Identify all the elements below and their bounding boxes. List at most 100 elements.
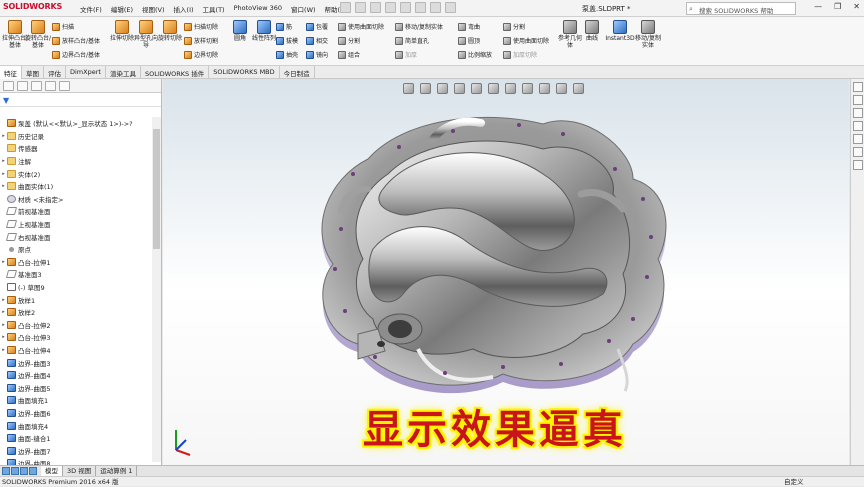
print-icon[interactable] (385, 2, 396, 13)
loft-button[interactable]: 放样凸台/基体 (52, 36, 100, 45)
view-palette-icon[interactable] (853, 121, 863, 131)
combine-button[interactable]: 组合 (338, 50, 360, 59)
shell-button[interactable]: 抽壳 (276, 50, 298, 59)
curves-button[interactable]: 曲线 (578, 20, 606, 42)
mirror-button[interactable]: 镜向 (306, 50, 328, 59)
tree-item[interactable]: 泵盖 (默认<<默认>_显示状态 1>)->? (0, 117, 152, 130)
tree-item[interactable]: 边界-曲面6 (0, 407, 152, 420)
tree-item[interactable]: ▸ 凸台-拉伸4 (0, 344, 152, 357)
display-manager-tab-icon[interactable] (59, 81, 70, 91)
expand-icon[interactable]: ▸ (0, 171, 7, 177)
thicken-cut-button[interactable]: 加厚切除 (503, 50, 537, 59)
boundary-cut-button[interactable]: 边界切除 (184, 50, 218, 59)
tree-item[interactable]: 边界-曲面7 (0, 444, 152, 457)
linear-pattern-button[interactable]: 线性阵列 (250, 20, 278, 42)
rib-button[interactable]: 筋 (276, 22, 292, 31)
tree-item[interactable]: 曲面填充4 (0, 419, 152, 432)
tree-item[interactable]: ▸ 注解 (0, 155, 152, 168)
split-button-2[interactable]: 分割 (503, 22, 525, 31)
close-icon[interactable]: ✕ (853, 2, 860, 11)
undo-icon[interactable] (400, 2, 411, 13)
menu-insert[interactable]: 插入(I) (174, 4, 194, 14)
revolve-cut-button[interactable]: 旋转切除 (156, 20, 184, 42)
tab-model[interactable]: 模型 (41, 466, 63, 476)
design-library-icon[interactable] (853, 95, 863, 105)
instant3d-button[interactable]: Instant3D (604, 20, 636, 42)
tree-item[interactable]: 边界-曲面4 (0, 369, 152, 382)
tree-item[interactable]: (-) 草图9 (0, 281, 152, 294)
next-tab-icon[interactable] (20, 467, 28, 475)
intersect-button[interactable]: 相交 (306, 36, 328, 45)
tab-render-tools[interactable]: 渲染工具 (106, 66, 141, 79)
surface-cut-button-2[interactable]: 使用曲面切除 (503, 36, 549, 45)
tree-item[interactable]: 原点 (0, 243, 152, 256)
tree-filter[interactable]: ▼ (0, 93, 161, 107)
expand-icon[interactable]: ▸ (0, 347, 7, 353)
tree-item[interactable]: 曲面填充1 (0, 394, 152, 407)
custom-properties-icon[interactable] (853, 147, 863, 157)
tree-item[interactable]: 边界-曲面3 (0, 356, 152, 369)
help-search-input[interactable]: ⌕ 搜索 SOLIDWORKS 帮助 (686, 2, 796, 15)
tree-item[interactable]: 材质 <未指定> (0, 193, 152, 206)
tree-item[interactable]: ▸ 凸台-拉伸2 (0, 319, 152, 332)
boundary-boss-button[interactable]: 边界凸台/基体 (52, 50, 100, 59)
thicken-button[interactable]: 加厚 (395, 50, 417, 59)
restore-icon[interactable]: ❐ (834, 2, 841, 11)
expand-icon[interactable]: ▸ (0, 309, 7, 315)
property-manager-tab-icon[interactable] (17, 81, 28, 91)
minimize-icon[interactable]: — (814, 2, 822, 11)
tree-item[interactable]: ▸ 历史记录 (0, 130, 152, 143)
appearances-icon[interactable] (853, 134, 863, 144)
tree-item[interactable]: 前视基准面 (0, 205, 152, 218)
menu-tools[interactable]: 工具(T) (203, 4, 225, 14)
tab-evaluate[interactable]: 评估 (44, 66, 66, 79)
tab-3d-view[interactable]: 3D 视图 (63, 466, 97, 476)
menu-file[interactable]: 文件(F) (80, 4, 102, 14)
tree-item[interactable]: 基准面3 (0, 268, 152, 281)
file-explorer-icon[interactable] (853, 108, 863, 118)
tab-motion-study[interactable]: 运动算例 1 (96, 466, 138, 476)
last-tab-icon[interactable] (29, 467, 37, 475)
save-icon[interactable] (370, 2, 381, 13)
expand-icon[interactable]: ▸ (0, 133, 7, 139)
tree-item[interactable]: 上视基准面 (0, 218, 152, 231)
open-icon[interactable] (355, 2, 366, 13)
solidworks-resources-icon[interactable] (853, 82, 863, 92)
expand-icon[interactable]: ▸ (0, 259, 7, 265)
tree-item[interactable]: ▸ 放样1 (0, 293, 152, 306)
expand-icon[interactable]: ▸ (0, 183, 7, 189)
tree-item[interactable]: 曲面-缝合1 (0, 432, 152, 445)
rebuild-icon[interactable] (430, 2, 441, 13)
tree-scrollbar[interactable] (152, 117, 161, 462)
simple-hole-button[interactable]: 简单直孔 (395, 36, 429, 45)
tab-manufacture[interactable]: 今日制造 (280, 66, 315, 79)
revolve-boss-button[interactable]: 旋转凸台/基体 (24, 20, 52, 49)
tab-features[interactable]: 特征 (0, 66, 22, 79)
tree-item[interactable]: 传感器 (0, 142, 152, 155)
lofted-cut-button[interactable]: 放样切割 (184, 36, 218, 45)
feature-manager-tab-icon[interactable] (3, 81, 14, 91)
first-tab-icon[interactable] (2, 467, 10, 475)
expand-icon[interactable]: ▸ (0, 322, 7, 328)
menu-view[interactable]: 视图(V) (142, 4, 165, 14)
wrap-button[interactable]: 包覆 (306, 22, 328, 31)
tab-addins[interactable]: SOLIDWORKS 插件 (141, 66, 210, 79)
graphics-area[interactable]: 显示效果逼真 (163, 79, 849, 465)
scroll-thumb[interactable] (153, 129, 160, 249)
tree-item[interactable]: ▸ 放样2 (0, 306, 152, 319)
swept-cut-button[interactable]: 扫描切除 (184, 22, 218, 31)
move-copy-body-button[interactable]: 移动/复制实体 (634, 20, 662, 49)
menu-edit[interactable]: 编辑(E) (111, 4, 133, 14)
tree-item[interactable]: ▸ 实体(2) (0, 167, 152, 180)
new-icon[interactable] (340, 2, 351, 13)
options-icon[interactable] (445, 2, 456, 13)
split-button[interactable]: 分割 (338, 36, 360, 45)
tab-sketch[interactable]: 草图 (22, 66, 44, 79)
configuration-manager-tab-icon[interactable] (31, 81, 42, 91)
tree-item[interactable]: 右视基准面 (0, 230, 152, 243)
expand-icon[interactable]: ▸ (0, 297, 7, 303)
dimxpert-manager-tab-icon[interactable] (45, 81, 56, 91)
tree-item[interactable]: ▸ 凸台-拉伸1 (0, 256, 152, 269)
expand-icon[interactable]: ▸ (0, 158, 7, 164)
sweep-button[interactable]: 扫描 (52, 22, 74, 31)
